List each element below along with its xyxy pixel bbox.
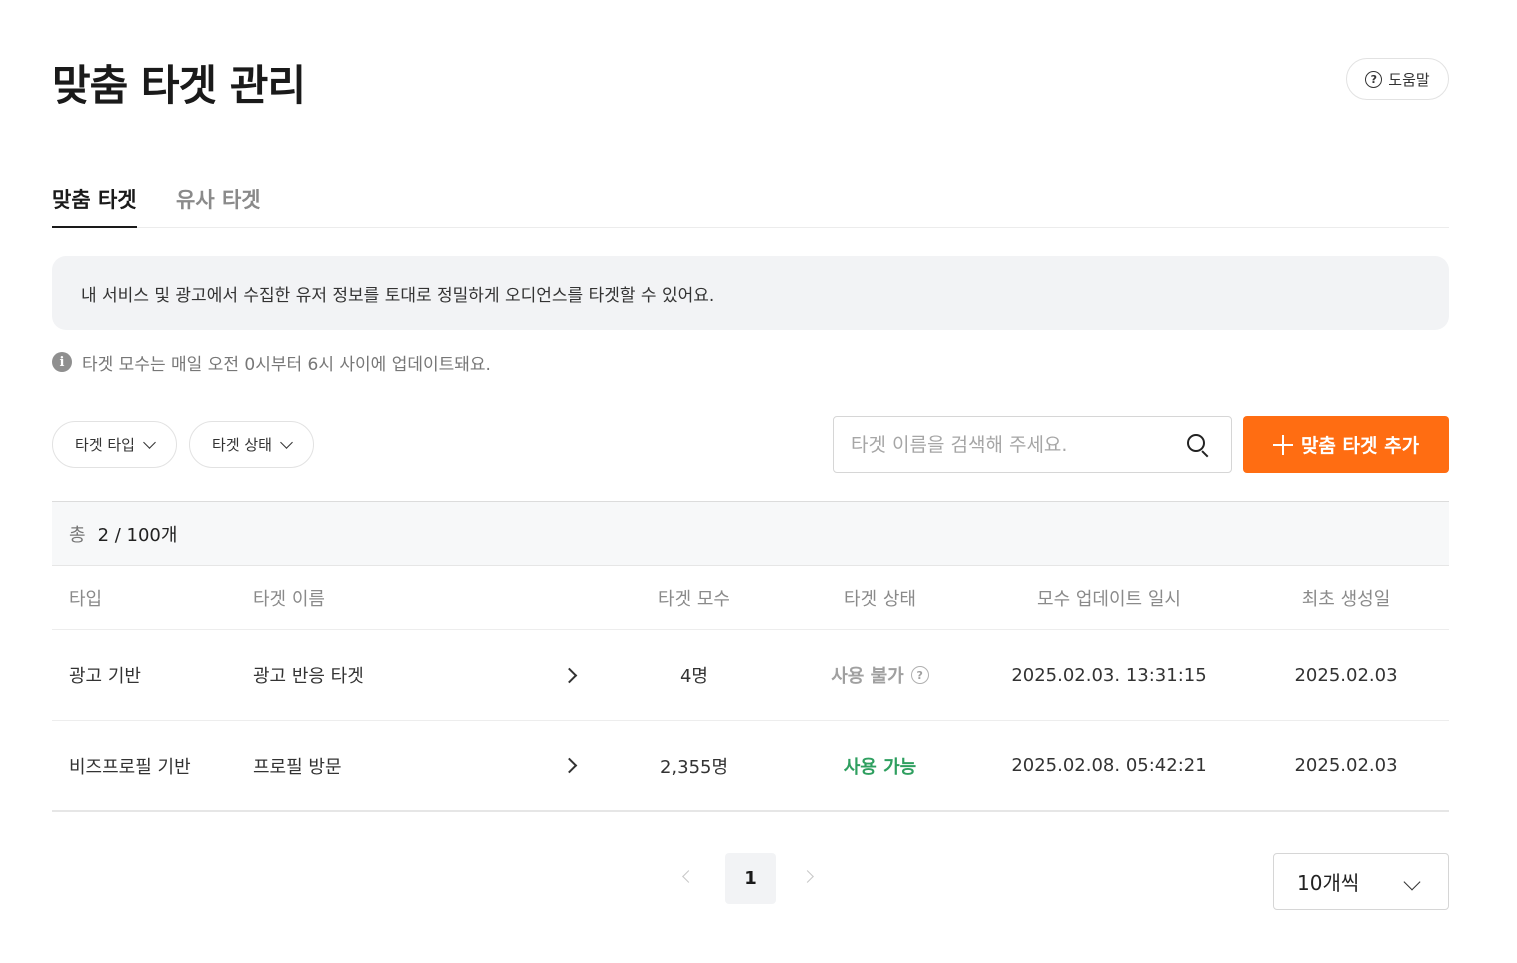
question-circle-icon: ? xyxy=(1365,70,1383,88)
row-type: 비즈프로필 기반 xyxy=(69,756,191,778)
row-detail-link[interactable] xyxy=(561,630,578,720)
help-button[interactable]: ? 도움말 xyxy=(1346,58,1449,100)
chevron-down-icon xyxy=(280,435,293,449)
total-count: 2 / 100개 xyxy=(97,524,178,546)
page-size-label: 10개씩 xyxy=(1297,871,1360,895)
column-header-name: 타겟 이름 xyxy=(253,588,325,610)
add-custom-target-label: 맞춤 타겟 추가 xyxy=(1300,435,1420,457)
chevron-right-icon[interactable] xyxy=(801,870,814,883)
row-status: 사용 불가 ? xyxy=(798,630,962,720)
row-name: 프로필 방문 xyxy=(253,756,342,778)
search-input[interactable] xyxy=(851,417,1181,472)
page-number-button[interactable]: 1 xyxy=(725,853,776,904)
info-banner: 내 서비스 및 광고에서 수집한 유저 정보를 토대로 정밀하게 오디언스를 타… xyxy=(52,256,1449,330)
table-header: 타입 타겟 이름 타겟 모수 타겟 상태 모수 업데이트 일시 최초 생성일 xyxy=(52,566,1449,630)
status-badge: 사용 불가 xyxy=(831,666,904,687)
table-row[interactable]: 광고 기반 광고 반응 타겟 4명 사용 불가 ? 2025.02.03. 13… xyxy=(52,630,1449,721)
row-count: 2,355명 xyxy=(659,756,729,778)
row-created: 2025.02.03 xyxy=(1294,755,1398,776)
target-type-filter[interactable]: 타겟 타입 xyxy=(52,421,177,468)
tab-custom-target[interactable]: 맞춤 타겟 xyxy=(52,184,137,228)
status-badge: 사용 가능 xyxy=(843,756,917,778)
update-notice-text: 타겟 모수는 매일 오전 0시부터 6시 사이에 업데이트돼요. xyxy=(82,354,491,375)
search-icon[interactable] xyxy=(1187,434,1209,458)
chevron-right-icon xyxy=(561,667,578,683)
chevron-down-icon xyxy=(1403,873,1421,891)
column-header-count: 타겟 모수 xyxy=(658,588,730,610)
table-row[interactable]: 비즈프로필 기반 프로필 방문 2,355명 사용 가능 2025.02.08.… xyxy=(52,721,1449,812)
update-notice: i 타겟 모수는 매일 오전 0시부터 6시 사이에 업데이트돼요. xyxy=(52,350,491,375)
column-header-created: 최초 생성일 xyxy=(1301,588,1391,610)
row-detail-link[interactable] xyxy=(561,721,578,810)
target-status-filter[interactable]: 타겟 상태 xyxy=(189,421,314,468)
help-button-label: 도움말 xyxy=(1388,70,1430,89)
column-header-updated: 모수 업데이트 일시 xyxy=(1037,588,1181,610)
search-box xyxy=(833,416,1232,473)
plus-icon xyxy=(1272,434,1293,455)
target-type-filter-label: 타겟 타입 xyxy=(75,436,135,454)
add-custom-target-button[interactable]: 맞춤 타겟 추가 xyxy=(1243,416,1449,473)
row-count: 4명 xyxy=(679,666,708,687)
row-type: 광고 기반 xyxy=(69,666,141,687)
tab-bar: 맞춤 타겟 유사 타겟 xyxy=(52,180,1449,228)
column-header-status: 타겟 상태 xyxy=(844,588,916,610)
page-size-select[interactable]: 10개씩 xyxy=(1273,853,1449,910)
info-banner-text: 내 서비스 및 광고에서 수집한 유저 정보를 토대로 정밀하게 오디언스를 타… xyxy=(81,285,715,306)
question-circle-icon[interactable]: ? xyxy=(910,666,929,684)
row-name: 광고 반응 타겟 xyxy=(253,666,364,687)
row-updated: 2025.02.03. 13:31:15 xyxy=(1011,664,1207,686)
summary-bar: 총 2 / 100개 xyxy=(52,501,1449,566)
row-created: 2025.02.03 xyxy=(1294,664,1398,686)
column-header-type: 타입 xyxy=(69,588,103,610)
row-updated: 2025.02.08. 05:42:21 xyxy=(1011,755,1207,776)
row-status: 사용 가능 xyxy=(798,721,962,810)
chevron-down-icon xyxy=(143,435,156,449)
tab-lookalike-target[interactable]: 유사 타겟 xyxy=(176,184,261,226)
chevron-right-icon xyxy=(561,757,578,774)
chevron-left-icon[interactable] xyxy=(682,870,695,883)
custom-target-table: 타입 타겟 이름 타겟 모수 타겟 상태 모수 업데이트 일시 최초 생성일 광… xyxy=(52,566,1449,812)
page-title: 맞춤 타겟 관리 xyxy=(52,61,306,110)
target-status-filter-label: 타겟 상태 xyxy=(212,436,272,454)
total-label: 총 xyxy=(69,524,86,546)
info-icon: i xyxy=(52,352,72,372)
